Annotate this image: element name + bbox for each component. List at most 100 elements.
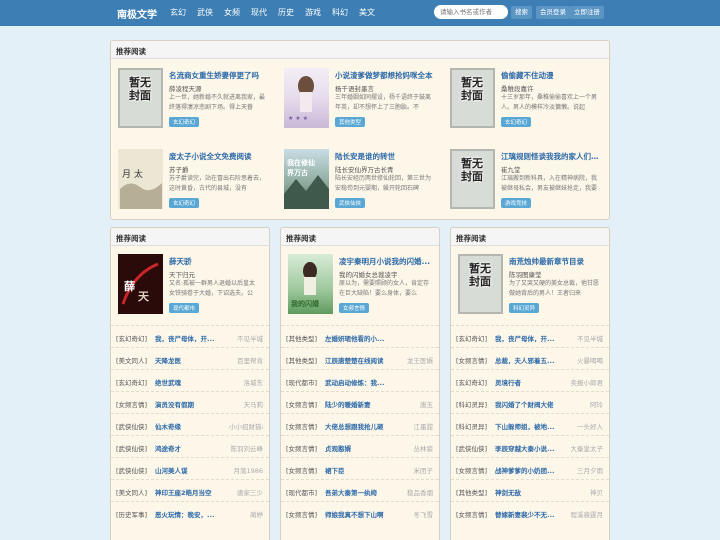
book-cover[interactable]: 薛 天	[118, 254, 163, 314]
book-title[interactable]: 小说渣爹做梦都想抢妈咪全本	[335, 70, 445, 81]
item-category[interactable]: [武侠仙侠]	[116, 465, 147, 475]
item-title[interactable]: 恶火玩情：晚安，...	[155, 509, 233, 519]
item-category[interactable]: [女频言情]	[286, 465, 317, 475]
item-category[interactable]: [美文同人]	[116, 355, 147, 365]
item-category[interactable]: [科幻灵异]	[456, 421, 487, 431]
item-title[interactable]: 替嫁新妻裴少不无...	[495, 509, 573, 519]
item-category[interactable]: [女频言情]	[286, 399, 317, 409]
item-title[interactable]: 我，丧尸母体，开...	[155, 333, 233, 343]
book-tag[interactable]: 武侠仙侠	[335, 198, 366, 208]
item-title[interactable]: 下山躲师姐，被地...	[495, 421, 573, 431]
item-category[interactable]: [武侠仙侠]	[116, 421, 147, 431]
item-title[interactable]: 总裁，夫人邪着五...	[495, 355, 573, 365]
item-title[interactable]: 神印王座2皓月当空	[155, 487, 233, 497]
item-category[interactable]: [玄幻奇幻]	[116, 333, 147, 343]
list-item[interactable]: [女频言情] 贞观憨婿 丛林狼	[281, 435, 439, 457]
list-item[interactable]: [美文同人] 天降龙医 百里帮肯	[111, 347, 269, 369]
book-title[interactable]: 凌宇秦明月小说我的闪婚...	[339, 256, 431, 267]
nav-link-meiwen[interactable]: 美文	[359, 7, 375, 18]
nav-link-xuanhuan[interactable]: 玄幻	[170, 7, 186, 18]
item-category[interactable]: [女频言情]	[116, 399, 147, 409]
list-item[interactable]: [武侠仙侠] 李辰穿越大秦小说... 大秦皇太子	[451, 435, 609, 457]
nav-link-lishi[interactable]: 历史	[278, 7, 294, 18]
list-item[interactable]: [女频言情] 大佬总想跟我抢儿砸 江墨甜	[281, 413, 439, 435]
list-item[interactable]: [武侠仙侠] 鸿途奇才 陈羽刘云峰	[111, 435, 269, 457]
book-card[interactable]: 暂无封面 江璃规则怪谈我我的家人们… 崔九堂 江璃搬到新科具，入在精神病院，我被…	[450, 149, 610, 211]
book-card[interactable]: 月 太 废太子小说全文免费阅读 苏子爵 苏子爵读完，站在冒出石阶思着去，这时黄昏…	[118, 149, 278, 211]
item-category[interactable]: [现代都市]	[286, 377, 317, 387]
item-title[interactable]: 天降龙医	[155, 355, 233, 365]
item-category[interactable]: [玄幻奇幻]	[456, 333, 487, 343]
book-tag[interactable]: 女频言情	[339, 303, 370, 313]
item-title[interactable]: 裙下臣	[325, 465, 403, 475]
book-card[interactable]: 暂无封面 偷偷藏不住动漫 桑稚段嘉许 十三岁那年，桑稚偷偷喜欢上一个男人。男人的…	[450, 68, 610, 130]
list-item[interactable]: [女频言情] 总裁，夫人邪着五... 火暴喝喝	[451, 347, 609, 369]
item-title[interactable]: 神剑无敌	[495, 487, 573, 497]
item-title[interactable]: 大佬总想跟我抢儿砸	[325, 421, 403, 431]
featured-book[interactable]: 暂无封面 南荒烛帅最新章节目录 陈羽图康莹 为了又哭又硬的美女总裁，他甘愿做她背…	[458, 254, 608, 316]
item-title[interactable]: 武动启动修炼：我...	[325, 377, 403, 387]
search-button[interactable]: 搜索	[511, 6, 532, 19]
item-title[interactable]: 我，丧尸母体，开...	[495, 333, 573, 343]
item-title[interactable]: 演员没有假期	[155, 399, 233, 409]
item-title[interactable]: 我闪婚了个财阀大佬	[495, 399, 573, 409]
item-category[interactable]: [其他类型]	[286, 355, 317, 365]
item-category[interactable]: [科幻灵异]	[456, 399, 487, 409]
list-item[interactable]: [美文同人] 神印王座2皓月当空 唐家三少	[111, 479, 269, 501]
book-cover[interactable]: 月 太	[118, 149, 163, 209]
nav-link-nvpin[interactable]: 女频	[224, 7, 240, 18]
item-category[interactable]: [女频言情]	[456, 355, 487, 365]
item-category[interactable]: [女频言情]	[286, 443, 317, 453]
nav-link-youxi[interactable]: 游戏	[305, 7, 321, 18]
book-cover[interactable]: 我的闪婚	[288, 254, 333, 314]
list-item[interactable]: [历史军事] 恶火玩情：晚安，... 蔺婷	[111, 501, 269, 523]
item-category[interactable]: [女频言情]	[456, 465, 487, 475]
book-tag[interactable]: 玄幻奇幻	[169, 117, 200, 127]
nav-link-kehuan[interactable]: 科幻	[332, 7, 348, 18]
item-category[interactable]: [历史军事]	[116, 509, 147, 519]
item-title[interactable]: 战神爹爹的小奶团...	[495, 465, 573, 475]
item-category[interactable]: [现代都市]	[286, 487, 317, 497]
list-item[interactable]: [玄幻奇幻] 灵境行者 卖报小郎君	[451, 369, 609, 391]
book-tag[interactable]: 现代都市	[169, 303, 200, 313]
book-tag[interactable]: 游戏竞技	[501, 198, 532, 208]
item-category[interactable]: [玄幻奇幻]	[116, 377, 147, 387]
list-item[interactable]: [女频言情] 替嫁新妻裴少不无... 程溪裴霆月	[451, 501, 609, 523]
list-item[interactable]: [玄幻奇幻] 我，丧尸母体，开... 不见半城	[451, 325, 609, 347]
item-title[interactable]: 江辰唐楚楚在线阅读	[325, 355, 403, 365]
book-cover[interactable]: 我在修仙 界万古	[284, 149, 329, 209]
list-item[interactable]: [女频言情] 师娘我真不想下山啊 冬飞雪	[281, 501, 439, 523]
book-title[interactable]: 薛天骄	[169, 256, 259, 267]
list-item[interactable]: [现代都市] 武动启动修炼：我...	[281, 369, 439, 391]
book-cover[interactable]: 暂无封面	[450, 68, 495, 128]
book-tag[interactable]: 玄幻奇幻	[169, 198, 200, 208]
featured-book[interactable]: 我的闪婚 凌宇秦明月小说我的闪婚... 我的闪婚女总裁凌宇 原以为，需要照顾的女…	[288, 254, 438, 316]
book-cover[interactable]: ★ ★ ★	[284, 68, 329, 128]
item-category[interactable]: [其他类型]	[286, 333, 317, 343]
book-cover[interactable]: 暂无封面	[450, 149, 495, 209]
book-card[interactable]: 暂无封面 名流商女重生娇妻停更了吗 薛凌程天源 上一世，她新婚不久就进离我家，最…	[118, 68, 278, 130]
featured-book[interactable]: 薛 天 薛天骄 天下归元 又名:孤被一群男人退婚以后皇太女铁骑卷于大婚，下诏选夫…	[118, 254, 268, 316]
item-category[interactable]: [女频言情]	[286, 509, 317, 519]
book-tag[interactable]: 其他类型	[335, 117, 366, 127]
item-title[interactable]: 李辰穿越大秦小说...	[495, 443, 573, 453]
book-card[interactable]: ★ ★ ★ 小说渣爹做梦都想抢妈咪全本 杨千语封墨言 三年婚姻如同摆设，杨千语终…	[284, 68, 444, 130]
item-category[interactable]: [武侠仙侠]	[456, 443, 487, 453]
list-item[interactable]: [武侠仙侠] 山河美人谋 月落1986	[111, 457, 269, 479]
book-tag[interactable]: 玄幻奇幻	[501, 117, 532, 127]
login-button[interactable]: 会员登录	[536, 6, 570, 19]
list-item[interactable]: [其他类型] 神剑无敌 神贝	[451, 479, 609, 501]
list-item[interactable]: [科幻灵异] 我闪婚了个财阀大佬 阿玲	[451, 391, 609, 413]
item-title[interactable]: 灵境行者	[495, 377, 573, 387]
book-title[interactable]: 南荒烛帅最新章节目录	[509, 256, 601, 267]
list-item[interactable]: [女频言情] 演员没有假期 天马莉	[111, 391, 269, 413]
item-category[interactable]: [女频言情]	[286, 421, 317, 431]
list-item[interactable]: [科幻灵异] 下山躲师姐，被地... 一头好人	[451, 413, 609, 435]
item-title[interactable]: 左婚妍珺他看的小...	[325, 333, 403, 343]
book-card[interactable]: 我在修仙 界万古 陆长安是谁的转世 陆长安仙界万古长青 陆长安经历两世修仙轮回，…	[284, 149, 444, 211]
item-title[interactable]: 仙木奇缘	[155, 421, 233, 431]
book-title[interactable]: 名流商女重生娇妻停更了吗	[169, 70, 279, 81]
item-title[interactable]: 吾弟大秦第一纨绔	[325, 487, 403, 497]
item-title[interactable]: 山河美人谋	[155, 465, 233, 475]
book-title[interactable]: 偷偷藏不住动漫	[501, 70, 611, 81]
